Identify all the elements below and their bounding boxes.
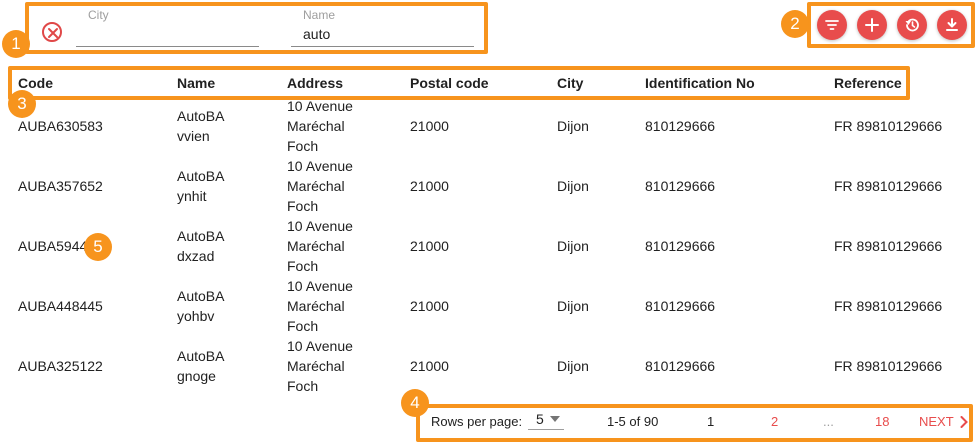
- cell-address-line2: Maréchal: [287, 358, 345, 374]
- cell-city: Dijon: [557, 118, 589, 134]
- cell-address-line1: 10 Avenue: [287, 158, 353, 174]
- cell-address-line1: 10 Avenue: [287, 278, 353, 294]
- callout-box-filters: [25, 2, 488, 54]
- cell-name-line1: AutoBA: [177, 108, 225, 124]
- cell-address-line1: 10 Avenue: [287, 218, 353, 234]
- cell-name-line2: vvien: [177, 128, 210, 144]
- cell-code: AUBA5944: [18, 238, 88, 254]
- cell-postal-code: 21000: [410, 178, 449, 194]
- callout-badge-3: 3: [8, 90, 36, 118]
- cell-code: AUBA630583: [18, 118, 103, 134]
- cell-postal-code: 21000: [410, 358, 449, 374]
- cell-city: Dijon: [557, 178, 589, 194]
- cell-code: AUBA448445: [18, 298, 103, 314]
- cell-address-line3: Foch: [287, 198, 319, 214]
- cell-address-line2: Maréchal: [287, 178, 345, 194]
- cell-name-line1: AutoBA: [177, 348, 225, 364]
- cell-reference: FR 89810129666: [834, 178, 943, 194]
- cell-address-line3: Foch: [287, 318, 319, 334]
- cell-name-line2: dxzad: [177, 248, 215, 264]
- cell-address-line3: Foch: [287, 378, 319, 394]
- cell-reference: FR 89810129666: [834, 358, 943, 374]
- cell-name-line2: yohbv: [177, 308, 215, 324]
- cell-identification-no: 810129666: [645, 358, 716, 374]
- callout-badge-5: 5: [84, 233, 112, 261]
- cell-identification-no: 810129666: [645, 238, 716, 254]
- cell-name-line1: AutoBA: [177, 288, 225, 304]
- cell-address-line2: Maréchal: [287, 118, 345, 134]
- cell-name-line2: ynhit: [177, 188, 207, 204]
- cell-reference: FR 89810129666: [834, 238, 943, 254]
- callout-badge-1: 1: [2, 30, 30, 58]
- cell-city: Dijon: [557, 358, 589, 374]
- cell-code: AUBA357652: [18, 178, 103, 194]
- cell-postal-code: 21000: [410, 238, 449, 254]
- callout-badge-4: 4: [401, 389, 429, 417]
- cell-identification-no: 810129666: [645, 298, 716, 314]
- cell-address-line2: Maréchal: [287, 298, 345, 314]
- cell-city: Dijon: [557, 238, 589, 254]
- cell-reference: FR 89810129666: [834, 118, 943, 134]
- cell-postal-code: 21000: [410, 298, 449, 314]
- cell-city: Dijon: [557, 298, 589, 314]
- callout-box-pagination: [416, 404, 973, 442]
- cell-name-line2: gnoge: [177, 368, 216, 384]
- callout-box-actions: [807, 2, 975, 48]
- cell-name-line1: AutoBA: [177, 168, 225, 184]
- cell-identification-no: 810129666: [645, 118, 716, 134]
- cell-identification-no: 810129666: [645, 178, 716, 194]
- cell-name-line1: AutoBA: [177, 228, 225, 244]
- cell-address-line3: Foch: [287, 258, 319, 274]
- cell-postal-code: 21000: [410, 118, 449, 134]
- callout-box-header: [8, 66, 910, 100]
- cell-address-line1: 10 Avenue: [287, 338, 353, 354]
- cell-reference: FR 89810129666: [834, 298, 943, 314]
- cell-address-line3: Foch: [287, 138, 319, 154]
- cell-code: AUBA325122: [18, 358, 103, 374]
- cell-address-line2: Maréchal: [287, 238, 345, 254]
- callout-badge-2: 2: [781, 10, 809, 38]
